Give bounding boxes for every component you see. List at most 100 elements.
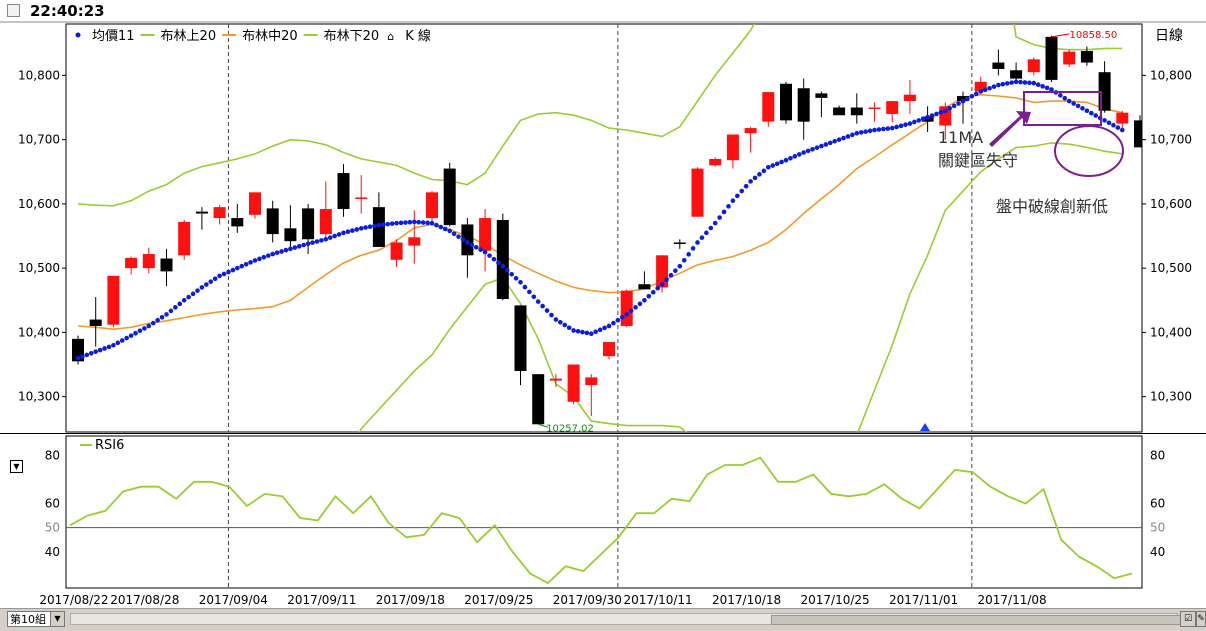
- ma-dot: [987, 85, 992, 91]
- candle-body: [585, 377, 598, 386]
- ma-dot: [403, 220, 408, 225]
- ma-dot: [752, 175, 758, 181]
- ma-dot: [690, 246, 696, 251]
- candle-body: [178, 221, 191, 256]
- ma-dot: [80, 354, 85, 359]
- rsi-legend-label: RSI6: [95, 438, 124, 453]
- ma-dot: [394, 220, 399, 226]
- candle: [408, 210, 421, 264]
- candle: [673, 239, 686, 249]
- ma-dot: [314, 239, 320, 244]
- max-label-leader: [1051, 33, 1070, 38]
- signal-triangle-marker: [920, 423, 930, 431]
- ma-dot: [633, 305, 638, 310]
- ma-dot: [938, 110, 944, 115]
- date-tick-label: 2017/10/25: [801, 593, 870, 607]
- legend-label-4: K 線: [405, 28, 431, 44]
- ma-dot: [642, 297, 647, 303]
- candle-body: [1063, 51, 1076, 65]
- candle-body: [125, 257, 138, 269]
- ma-dot: [248, 260, 253, 265]
- candle-body: [302, 208, 315, 240]
- candle-body: [231, 218, 244, 227]
- scrollbar-thumb[interactable]: [771, 615, 1206, 625]
- checkbox-icon[interactable]: ☑: [1180, 611, 1196, 627]
- ma-dot: [142, 326, 147, 331]
- candle: [1063, 49, 1076, 68]
- candle: [231, 203, 244, 233]
- group-select[interactable]: 第10組 ▼: [7, 611, 65, 627]
- ma-dot: [372, 223, 377, 229]
- ma-dot: [912, 119, 917, 125]
- ma-dot: [969, 93, 975, 99]
- window-icon[interactable]: [7, 4, 20, 17]
- ma-dot: [841, 135, 846, 141]
- max-price-label: 10858.50: [1070, 30, 1118, 41]
- ma-dot: [619, 315, 625, 320]
- rsi-tick-label-left: 40: [45, 545, 60, 559]
- rsi-tick-label-right: 80: [1150, 448, 1165, 462]
- ma-dot: [624, 312, 629, 317]
- candle: [567, 364, 580, 405]
- price-tick-label-left: 10,400: [18, 325, 60, 339]
- clock-time: 22:40:23: [30, 2, 105, 20]
- candle: [886, 101, 899, 123]
- ma-dot: [735, 193, 740, 199]
- candle-body: [284, 228, 297, 242]
- ma-dot: [279, 249, 284, 254]
- price-tick-label-left: 10,500: [18, 261, 60, 275]
- candle-body: [532, 374, 545, 425]
- ma-dot: [478, 247, 483, 252]
- ma-dot: [513, 275, 519, 281]
- ma-dot: [487, 253, 492, 258]
- ma-dot: [518, 279, 523, 285]
- ma-dot: [1093, 113, 1099, 118]
- candle-body: [567, 364, 580, 402]
- legend-label-0: 均價11: [92, 29, 135, 44]
- ma-dot: [1044, 85, 1050, 91]
- ma-dot: [88, 350, 94, 356]
- edit-icon[interactable]: ✎: [1196, 611, 1206, 627]
- ma-dot: [779, 159, 784, 165]
- ma-dot: [301, 242, 306, 248]
- chevron-down-icon[interactable]: ▼: [50, 612, 64, 626]
- ma-dot: [934, 111, 939, 117]
- ma-dot: [858, 130, 864, 135]
- candle-body: [1010, 70, 1023, 79]
- ma-dot: [792, 154, 798, 159]
- ma-dot: [1040, 84, 1045, 89]
- date-tick-label: 2017/09/11: [287, 593, 356, 607]
- ma-dot: [757, 172, 762, 177]
- ma-dot: [1018, 79, 1023, 85]
- ma-dot: [425, 220, 430, 226]
- ma-dot: [655, 285, 660, 291]
- rsi-collapse-icon[interactable]: ▼: [10, 460, 23, 473]
- ma-dot: [535, 299, 541, 304]
- candle-body: [496, 219, 509, 299]
- ma-dot: [527, 289, 532, 295]
- ma-dot: [115, 340, 121, 346]
- ma-dot: [788, 155, 793, 161]
- ma-dot: [345, 229, 351, 234]
- ma-dot: [805, 148, 811, 154]
- horizontal-scrollbar[interactable]: [70, 613, 1206, 625]
- ma-dot: [106, 344, 112, 350]
- price-tick-label-right: 10,400: [1150, 325, 1192, 339]
- ma-dot: [827, 140, 833, 146]
- ma-dot: [482, 249, 488, 255]
- candle: [638, 271, 651, 290]
- candle-body: [1116, 112, 1129, 124]
- ma-dot: [960, 98, 966, 104]
- bollinger-upper-line: [77, 24, 1123, 207]
- candle-body: [850, 107, 863, 116]
- candle-body: [797, 88, 810, 122]
- ma-dot: [575, 328, 581, 334]
- ma-dot: [350, 228, 355, 233]
- ma-dot: [332, 233, 337, 239]
- ma-dot: [310, 240, 315, 245]
- candle-body: [762, 92, 775, 122]
- candle-body: [780, 83, 792, 121]
- candle: [780, 81, 792, 124]
- ma-dot: [774, 161, 780, 167]
- min-price-label: 10257.02: [546, 423, 594, 434]
